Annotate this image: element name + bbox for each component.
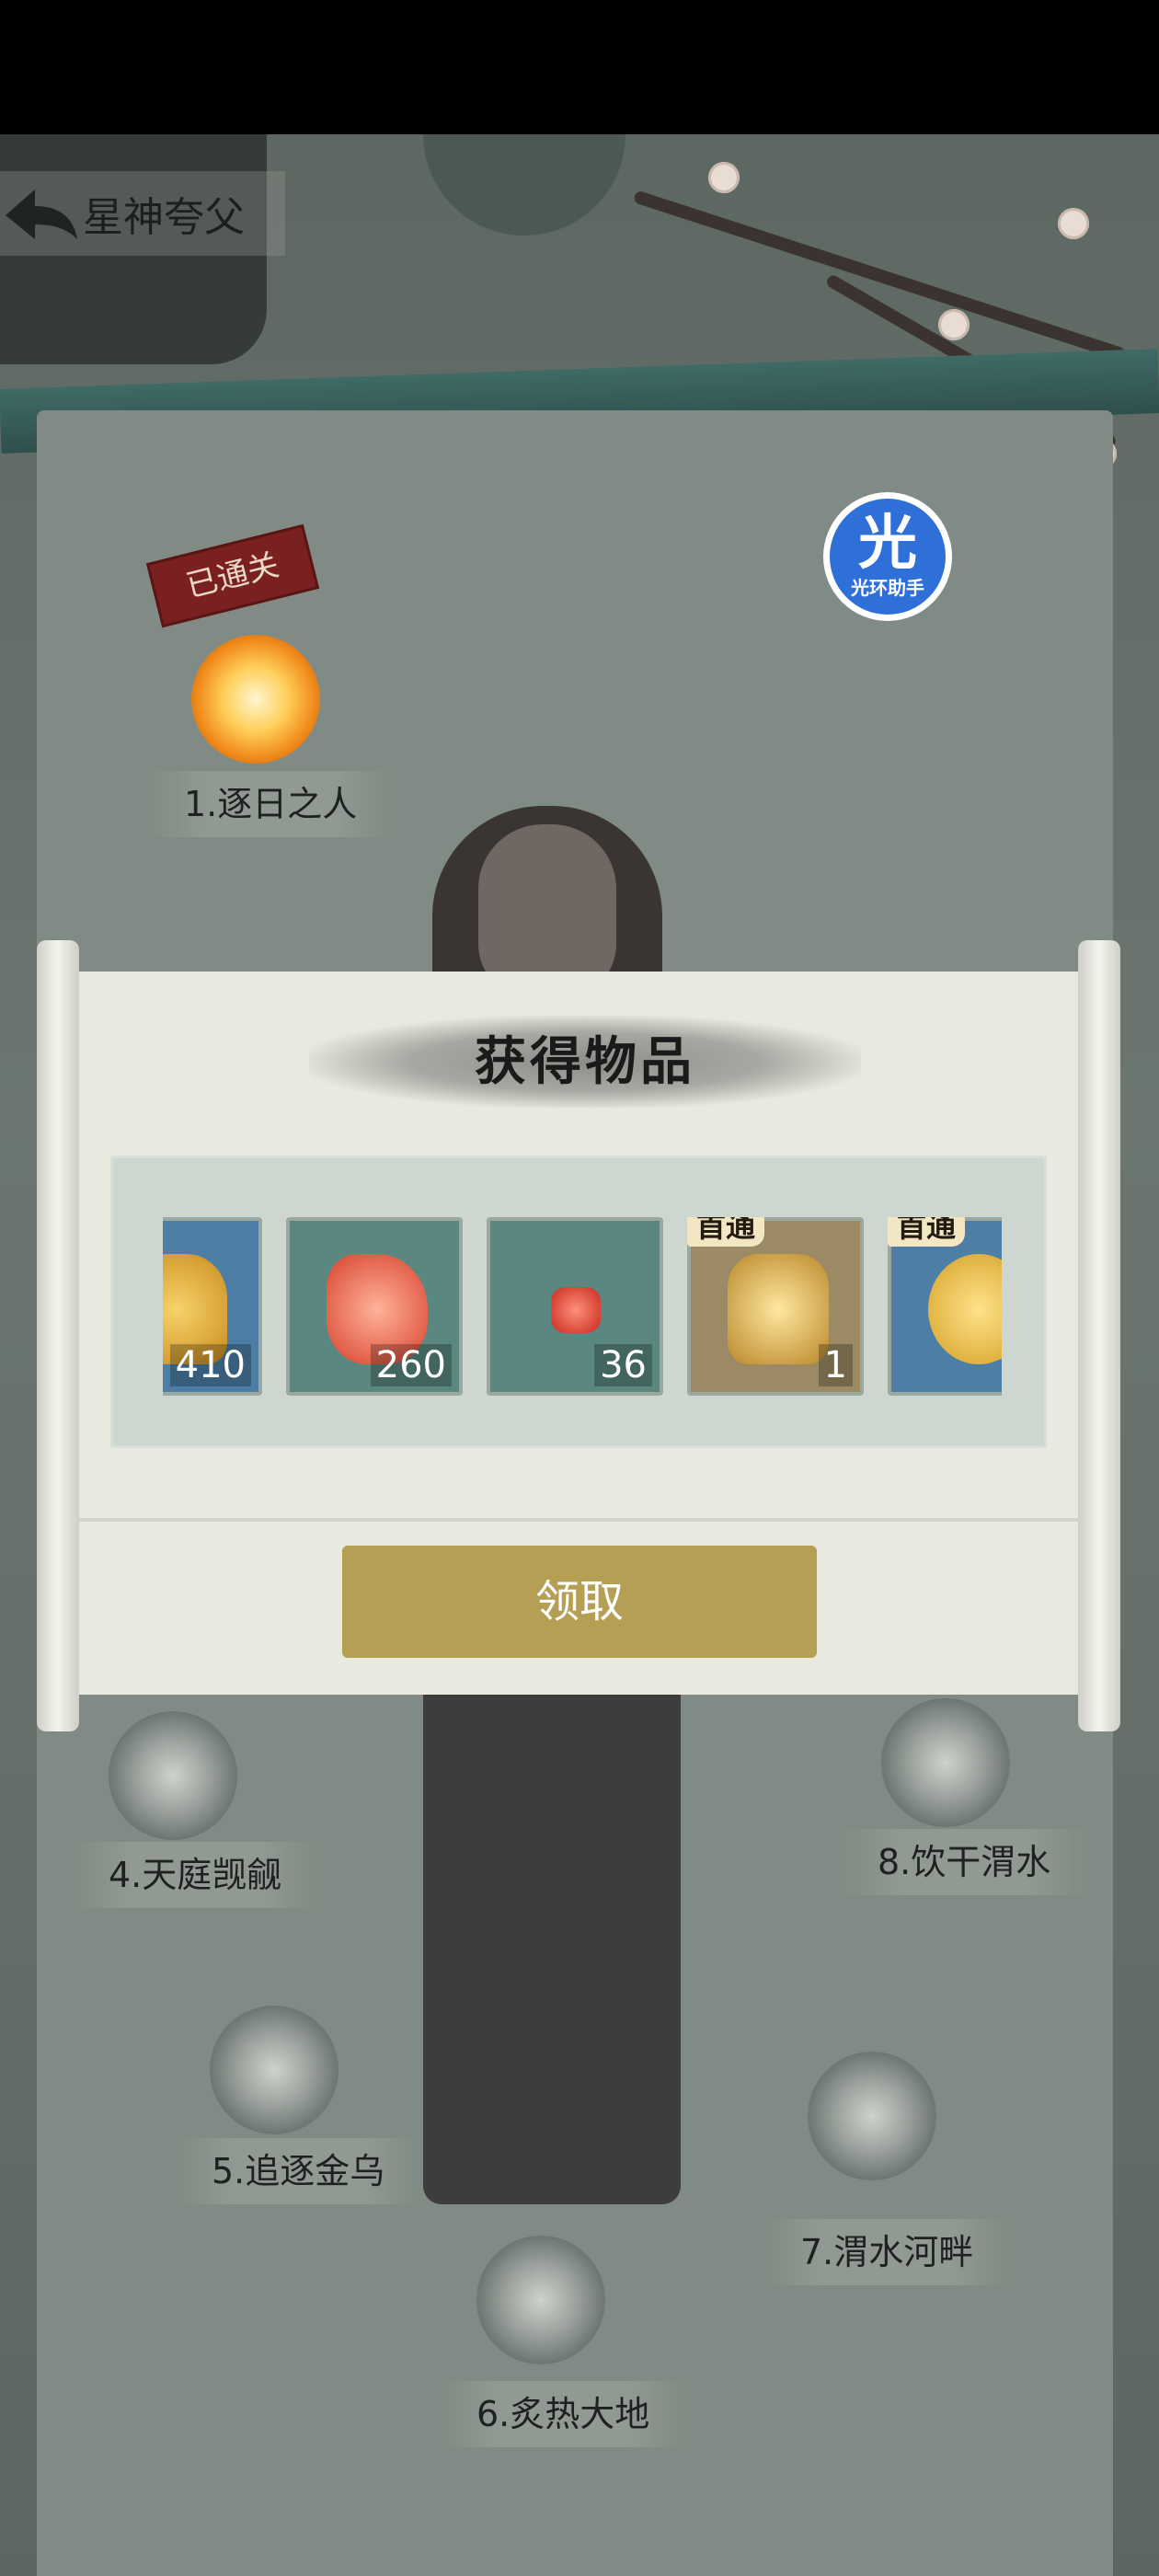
reward-item[interactable]: 首通 — [888, 1217, 1002, 1396]
ruby-icon — [551, 1287, 601, 1333]
stage-node-label: 5.追逐金乌 — [175, 2138, 422, 2204]
back-button[interactable]: 星神夸父 — [0, 171, 285, 256]
gold-ingot-icon — [928, 1254, 1002, 1364]
page-title: 星神夸父 — [83, 194, 245, 241]
helper-label: 光环助手 — [851, 576, 924, 599]
stage-node-label: 4.天庭觊觎 — [72, 1842, 319, 1908]
dialog-scroll-rod-right — [1078, 940, 1120, 1731]
stage-node-6[interactable] — [476, 2236, 605, 2364]
dialog-title-brush: 获得物品 — [309, 1016, 861, 1108]
reward-item[interactable]: 410 — [163, 1217, 262, 1396]
item-count: 260 — [370, 1344, 452, 1386]
stage-node-4[interactable] — [109, 1711, 237, 1840]
plum-blossom — [938, 309, 970, 340]
bowl-decoration — [423, 134, 625, 236]
golden-boots-icon — [728, 1254, 829, 1364]
stage-node-5[interactable] — [210, 2006, 339, 2134]
dialog-scroll-rod-left — [37, 940, 79, 1731]
reward-item[interactable]: 260 — [286, 1217, 463, 1396]
plum-blossom — [1058, 208, 1089, 239]
reward-items-panel: 410 260 36 首通 1 首通 — [110, 1156, 1047, 1448]
item-count: 410 — [169, 1344, 251, 1386]
reward-item[interactable]: 首通 1 — [687, 1217, 864, 1396]
stage-node-label: 8.饮干渭水 — [841, 1829, 1088, 1895]
reward-item[interactable]: 36 — [487, 1217, 663, 1396]
status-bar — [0, 0, 1159, 134]
helper-logo-icon: 光 — [858, 509, 917, 578]
helper-floating-button[interactable]: 光 光环助手 — [823, 492, 952, 621]
dialog-title: 获得物品 — [475, 1031, 695, 1092]
item-count: 1 — [818, 1344, 853, 1386]
back-arrow-icon — [0, 181, 83, 246]
reward-items-list[interactable]: 410 260 36 首通 1 首通 — [163, 1217, 1002, 1397]
stage-node-8[interactable] — [881, 1698, 1010, 1827]
stage-node-label: 6.炙热大地 — [440, 2381, 687, 2447]
dialog-divider — [79, 1518, 1078, 1522]
plum-branch — [632, 190, 1127, 362]
stage-node-1[interactable] — [191, 635, 320, 764]
stage-node-label: 1.逐日之人 — [147, 771, 395, 837]
plum-blossom — [708, 162, 740, 193]
first-clear-tag: 首通 — [687, 1217, 765, 1247]
item-count: 36 — [594, 1344, 652, 1386]
reward-dialog: 获得物品 410 260 36 首通 1 首通 领取 — [79, 972, 1078, 1695]
claim-button[interactable]: 领取 — [342, 1546, 817, 1658]
first-clear-tag: 首通 — [888, 1217, 966, 1247]
stage-node-7[interactable] — [808, 2052, 936, 2180]
stage-node-label: 7.渭水河畔 — [763, 2219, 1011, 2285]
